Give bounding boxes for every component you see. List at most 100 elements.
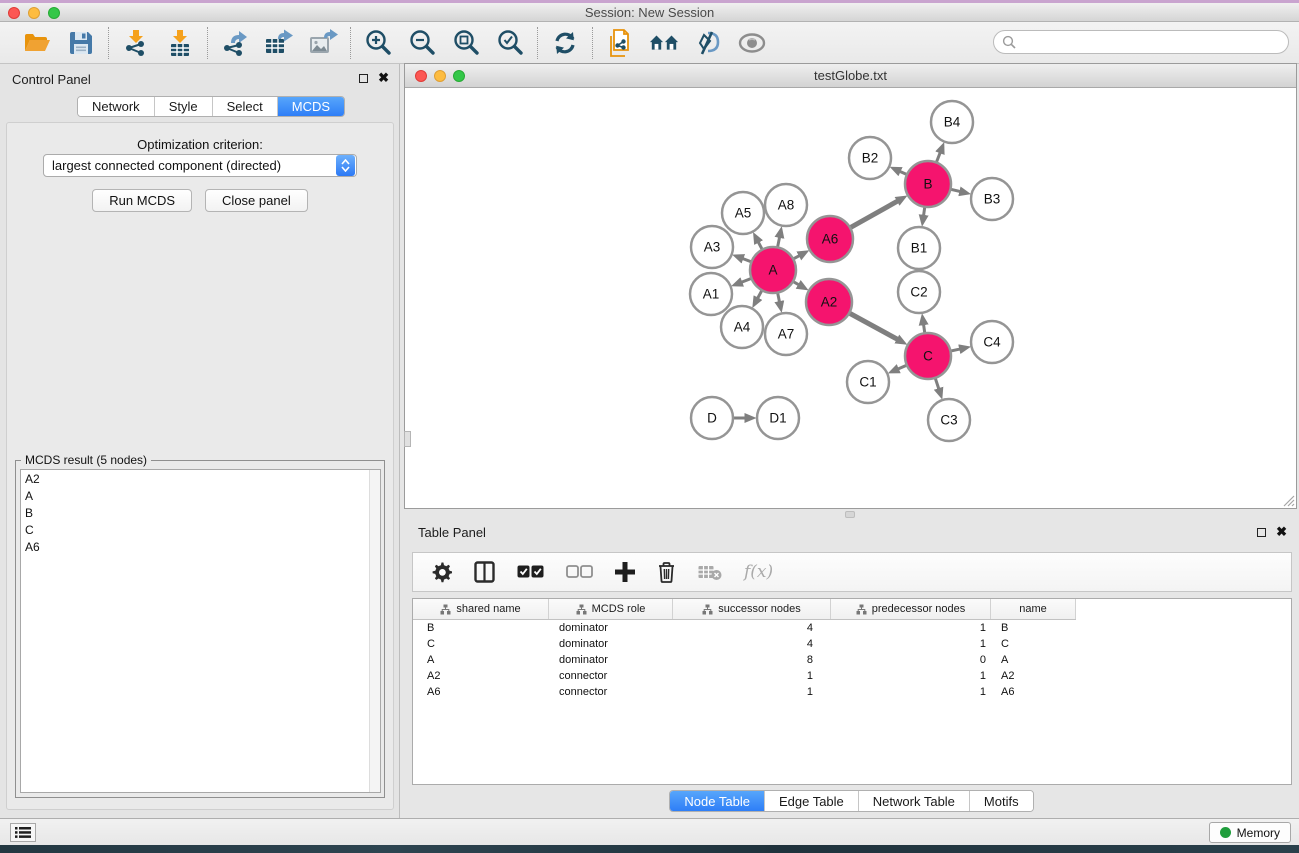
table-cell: dominator xyxy=(549,654,673,666)
column-header-shared-name[interactable]: shared name xyxy=(413,599,549,619)
mcds-result-item[interactable]: A6 xyxy=(21,538,380,555)
hierarchy-icon xyxy=(702,604,713,615)
zoom-in-icon[interactable] xyxy=(363,28,393,58)
save-session-icon[interactable] xyxy=(66,28,96,58)
search-input[interactable] xyxy=(1016,32,1288,52)
export-table-icon[interactable] xyxy=(264,28,294,58)
tab-network[interactable]: Network xyxy=(78,97,155,116)
export-network-icon[interactable] xyxy=(220,28,250,58)
tab-mcds[interactable]: MCDS xyxy=(278,97,344,116)
graph-node-D[interactable]: D xyxy=(691,397,733,439)
close-panel-icon[interactable]: ✖ xyxy=(378,73,389,83)
graph-node-A2[interactable]: A2 xyxy=(806,279,852,325)
zoom-fit-icon[interactable] xyxy=(451,28,481,58)
import-network-icon[interactable] xyxy=(121,28,151,58)
node-table[interactable]: shared name MCDS role successor nodes pr… xyxy=(412,598,1292,785)
tab-node-table[interactable]: Node Table xyxy=(670,791,765,811)
open-session-icon[interactable] xyxy=(22,28,52,58)
table-row[interactable]: Bdominator41B xyxy=(413,620,1291,636)
delete-table-icon[interactable] xyxy=(698,564,722,581)
graph-node-A4[interactable]: A4 xyxy=(721,306,763,348)
mcds-result-item[interactable]: B xyxy=(21,504,380,521)
svg-text:A5: A5 xyxy=(735,206,752,221)
network-canvas[interactable]: B4 B2 B B3 A5 A8A6 A3 B1 A A1 C2 A2 A4A7 C4 C C1 D D1 C3 xyxy=(405,89,1296,508)
close-panel-button[interactable]: Close panel xyxy=(205,189,308,212)
table-toolbar: f(x) xyxy=(412,552,1292,592)
table-cell: B xyxy=(413,622,549,634)
column-header-successor-nodes[interactable]: successor nodes xyxy=(673,599,831,619)
graph-node-A8[interactable]: A8 xyxy=(765,184,807,226)
show-columns-icon[interactable] xyxy=(474,561,495,583)
mcds-result-item[interactable]: C xyxy=(21,521,380,538)
graph-node-A1[interactable]: A1 xyxy=(690,273,732,315)
graph-node-C1[interactable]: C1 xyxy=(847,361,889,403)
window-edge-grip[interactable] xyxy=(404,431,411,447)
hierarchy-icon xyxy=(856,604,867,615)
zoom-out-icon[interactable] xyxy=(407,28,437,58)
graph-node-C3[interactable]: C3 xyxy=(928,399,970,441)
import-table-icon[interactable] xyxy=(165,28,195,58)
search-field[interactable] xyxy=(993,30,1289,54)
graph-node-B1[interactable]: B1 xyxy=(898,227,940,269)
float-table-panel-icon[interactable] xyxy=(1257,528,1266,537)
graph-node-A[interactable]: A xyxy=(750,247,796,293)
graph-node-D1[interactable]: D1 xyxy=(757,397,799,439)
table-options-gear-icon[interactable] xyxy=(431,562,452,583)
zoom-selected-icon[interactable] xyxy=(495,28,525,58)
function-builder-icon[interactable]: f(x) xyxy=(744,562,773,582)
column-header-mcds-role[interactable]: MCDS role xyxy=(549,599,673,619)
column-header-name[interactable]: name xyxy=(991,599,1076,619)
memory-button[interactable]: Memory xyxy=(1209,822,1291,843)
tab-select[interactable]: Select xyxy=(213,97,278,116)
graph-node-C4[interactable]: C4 xyxy=(971,321,1013,363)
mcds-result-list[interactable]: A2ABCA6 xyxy=(20,469,381,793)
float-panel-icon[interactable] xyxy=(359,74,368,83)
task-history-icon[interactable] xyxy=(10,823,36,842)
tab-edge-table[interactable]: Edge Table xyxy=(765,791,859,811)
panel-divider-grip[interactable] xyxy=(845,511,855,518)
graph-node-B3[interactable]: B3 xyxy=(971,178,1013,220)
eye-icon[interactable] xyxy=(737,28,767,58)
table-row[interactable]: A2connector11A2 xyxy=(413,668,1291,684)
table-row[interactable]: Adominator80A xyxy=(413,652,1291,668)
graph-node-A5[interactable]: A5 xyxy=(722,192,764,234)
duplicate-network-icon[interactable] xyxy=(605,28,635,58)
table-cell: dominator xyxy=(549,622,673,634)
svg-text:C2: C2 xyxy=(910,285,927,300)
graph-node-C2[interactable]: C2 xyxy=(898,271,940,313)
graph-node-C[interactable]: C xyxy=(905,333,951,379)
home-icon[interactable] xyxy=(649,28,679,58)
table-panel-title: Table Panel xyxy=(418,525,486,540)
delete-row-trash-icon[interactable] xyxy=(657,561,676,583)
table-row[interactable]: A6connector11A6 xyxy=(413,684,1291,700)
select-all-icon[interactable] xyxy=(517,565,544,579)
graph-node-B4[interactable]: B4 xyxy=(931,101,973,143)
column-header-predecessor-nodes[interactable]: predecessor nodes xyxy=(831,599,991,619)
table-cell: A6 xyxy=(991,686,1076,698)
network-graph[interactable]: B4 B2 B B3 A5 A8A6 A3 B1 A A1 C2 A2 A4A7 C4 C C1 D D1 C3 xyxy=(405,89,1296,508)
scrollbar[interactable] xyxy=(369,470,380,792)
graph-node-A6[interactable]: A6 xyxy=(807,216,853,262)
export-image-icon[interactable] xyxy=(308,28,338,58)
tab-style[interactable]: Style xyxy=(155,97,213,116)
resize-grip-icon[interactable] xyxy=(1282,494,1295,507)
refresh-icon[interactable] xyxy=(550,28,580,58)
mcds-result-item[interactable]: A2 xyxy=(21,470,380,487)
add-row-icon[interactable] xyxy=(615,562,635,582)
criterion-select[interactable]: largest connected component (directed) xyxy=(43,154,357,177)
graph-node-B[interactable]: B xyxy=(905,161,951,207)
close-table-panel-icon[interactable]: ✖ xyxy=(1276,527,1287,537)
table-cell: A xyxy=(991,654,1076,666)
deselect-all-icon[interactable] xyxy=(566,565,593,579)
graph-node-A3[interactable]: A3 xyxy=(691,226,733,268)
network-window-titlebar[interactable]: testGlobe.txt xyxy=(405,64,1296,88)
hide-graphics-details-icon[interactable] xyxy=(693,28,723,58)
run-mcds-button[interactable]: Run MCDS xyxy=(92,189,192,212)
table-cell: 1 xyxy=(673,670,831,682)
mcds-result-item[interactable]: A xyxy=(21,487,380,504)
graph-node-B2[interactable]: B2 xyxy=(849,137,891,179)
tab-motifs[interactable]: Motifs xyxy=(970,791,1033,811)
table-row[interactable]: Cdominator41C xyxy=(413,636,1291,652)
tab-network-table[interactable]: Network Table xyxy=(859,791,970,811)
graph-node-A7[interactable]: A7 xyxy=(765,313,807,355)
